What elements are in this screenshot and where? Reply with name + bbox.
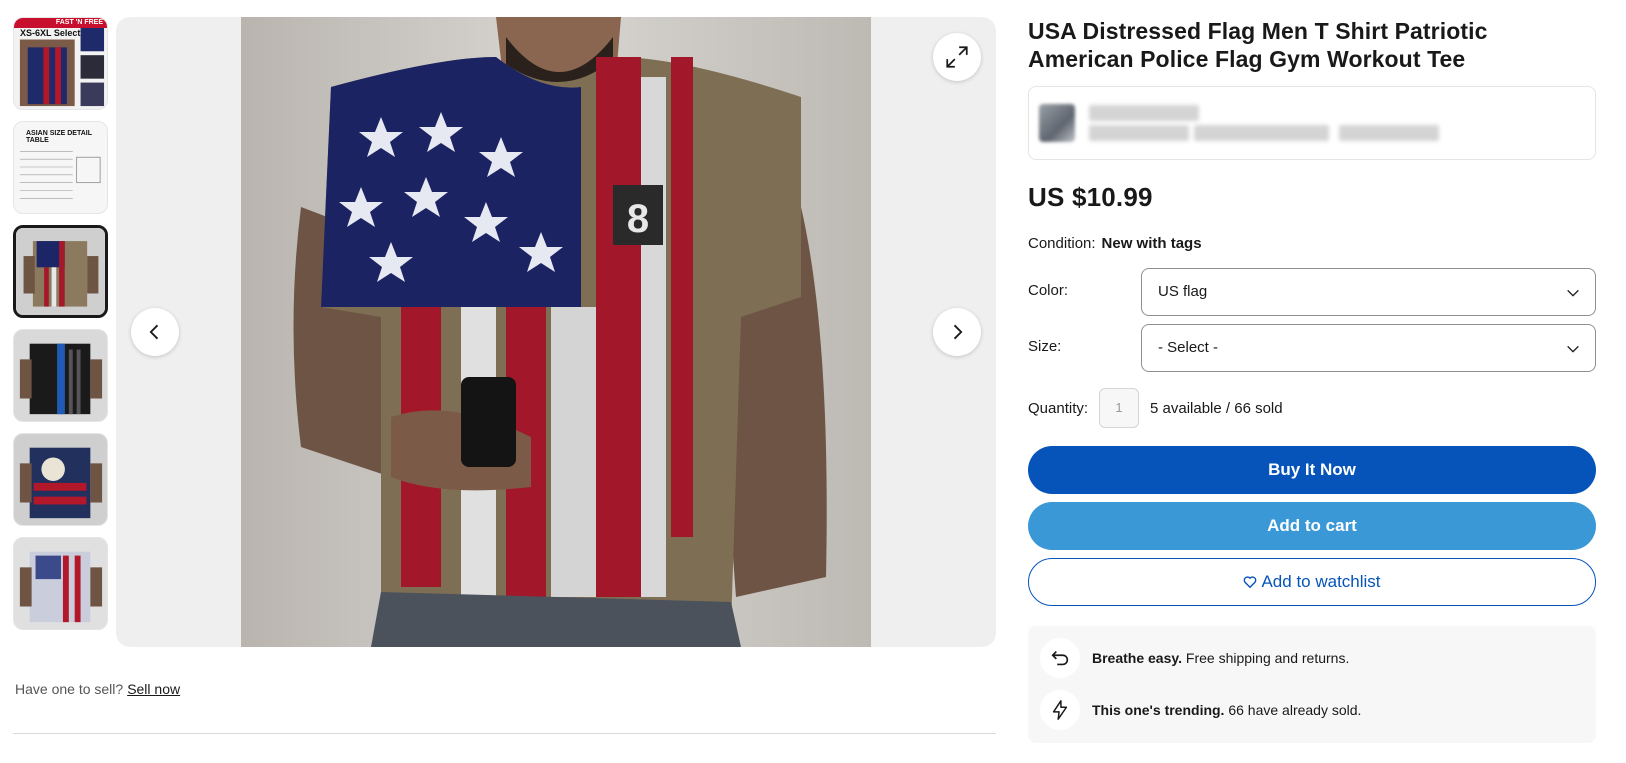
chevron-down-icon [1567,345,1579,353]
promo-free-shipping: Breathe easy. Free shipping and returns. [1040,638,1349,678]
seller-avatar [1039,104,1075,142]
divider [13,733,996,734]
promo-icon-wrap [1040,690,1080,730]
condition-row: Condition: New with tags [1028,235,1596,252]
thumbnail-1[interactable]: FAST 'N FREE XS-6XL Select [13,17,108,110]
promo-icon-wrap [1040,638,1080,678]
promo-text: This one's trending. 66 have already sol… [1092,702,1361,718]
thumbnail-6[interactable] [13,537,108,630]
product-info-panel: USA Distressed Flag Men T Shirt Patrioti… [1028,17,1596,743]
sell-prompt-text: Have one to sell? [15,681,124,697]
thumbnail-6-image [14,538,107,629]
chevron-left-icon [149,324,159,340]
next-image-button[interactable] [933,308,981,356]
size-selected-value: - Select - [1158,339,1219,356]
promo-trending: This one's trending. 66 have already sol… [1040,690,1361,730]
thumbnail-banner: FAST 'N FREE [14,18,107,28]
seller-feedback-redacted [1194,125,1329,141]
size-select[interactable]: - Select - [1141,324,1596,372]
sell-now-link[interactable]: Sell now [127,681,180,697]
add-to-watchlist-button[interactable]: Add to watchlist [1028,558,1596,606]
expand-icon [946,46,968,68]
heart-icon [1244,576,1257,589]
size-option-row: Size: - Select - [1028,324,1596,372]
promo-detail: 66 have already sold. [1224,702,1362,718]
product-title: USA Distressed Flag Men T Shirt Patrioti… [1028,18,1488,72]
thumbnail-3-image [16,228,105,315]
product-photo: 8 [241,17,871,647]
main-product-image[interactable]: 8 [116,17,996,647]
return-arrow-icon [1051,650,1069,666]
thumbnail-caption: XS-6XL Select [20,28,81,38]
buy-it-now-button[interactable]: Buy It Now [1028,446,1596,494]
svg-text:8: 8 [627,197,649,241]
quantity-row: Quantity: 1 5 available / 66 sold [1028,388,1596,428]
promo-detail: Free shipping and returns. [1182,650,1350,666]
chevron-right-icon [953,324,963,340]
thumbnail-5[interactable] [13,433,108,526]
watchlist-label: Add to watchlist [1261,572,1381,591]
quantity-input[interactable]: 1 [1099,388,1139,428]
color-select[interactable]: US flag [1141,268,1596,316]
promo-text: Breathe easy. Free shipping and returns. [1092,650,1349,666]
thumbnail-5-image [14,434,107,525]
add-to-cart-button[interactable]: Add to cart [1028,502,1596,550]
thumbnail-4[interactable] [13,329,108,422]
chevron-down-icon [1567,289,1579,297]
sell-prompt: Have one to sell? Sell now [15,681,180,697]
seller-info-card[interactable] [1028,86,1596,160]
thumbnail-strip: FAST 'N FREE XS-6XL Select ASIAN SIZE DE… [13,17,108,641]
thumbnail-2[interactable]: ASIAN SIZE DETAIL TABLE [13,121,108,214]
color-label: Color: [1028,282,1069,299]
promo-heading: This one's trending. [1092,702,1225,718]
color-selected-value: US flag [1158,283,1208,300]
promo-heading: Breathe easy. [1092,650,1183,666]
thumbnail-3-selected[interactable] [13,225,108,318]
thumbnail-4-image [14,330,107,421]
thumbnail-caption: ASIAN SIZE DETAIL TABLE [26,130,92,144]
previous-image-button[interactable] [131,308,179,356]
seller-rating-redacted [1089,125,1189,141]
seller-contact-redacted [1339,125,1439,141]
condition-label: Condition: [1028,235,1096,252]
item-price: US $10.99 [1028,182,1153,212]
seller-name-redacted [1089,105,1199,121]
lightning-icon [1052,700,1068,720]
size-label: Size: [1028,338,1062,355]
expand-image-button[interactable] [933,33,981,81]
color-option-row: Color: US flag [1028,268,1596,316]
promo-panel: Breathe easy. Free shipping and returns.… [1028,626,1596,743]
quantity-label: Quantity: [1028,400,1089,417]
condition-value: New with tags [1101,235,1202,252]
availability-text: 5 available / 66 sold [1150,400,1283,417]
